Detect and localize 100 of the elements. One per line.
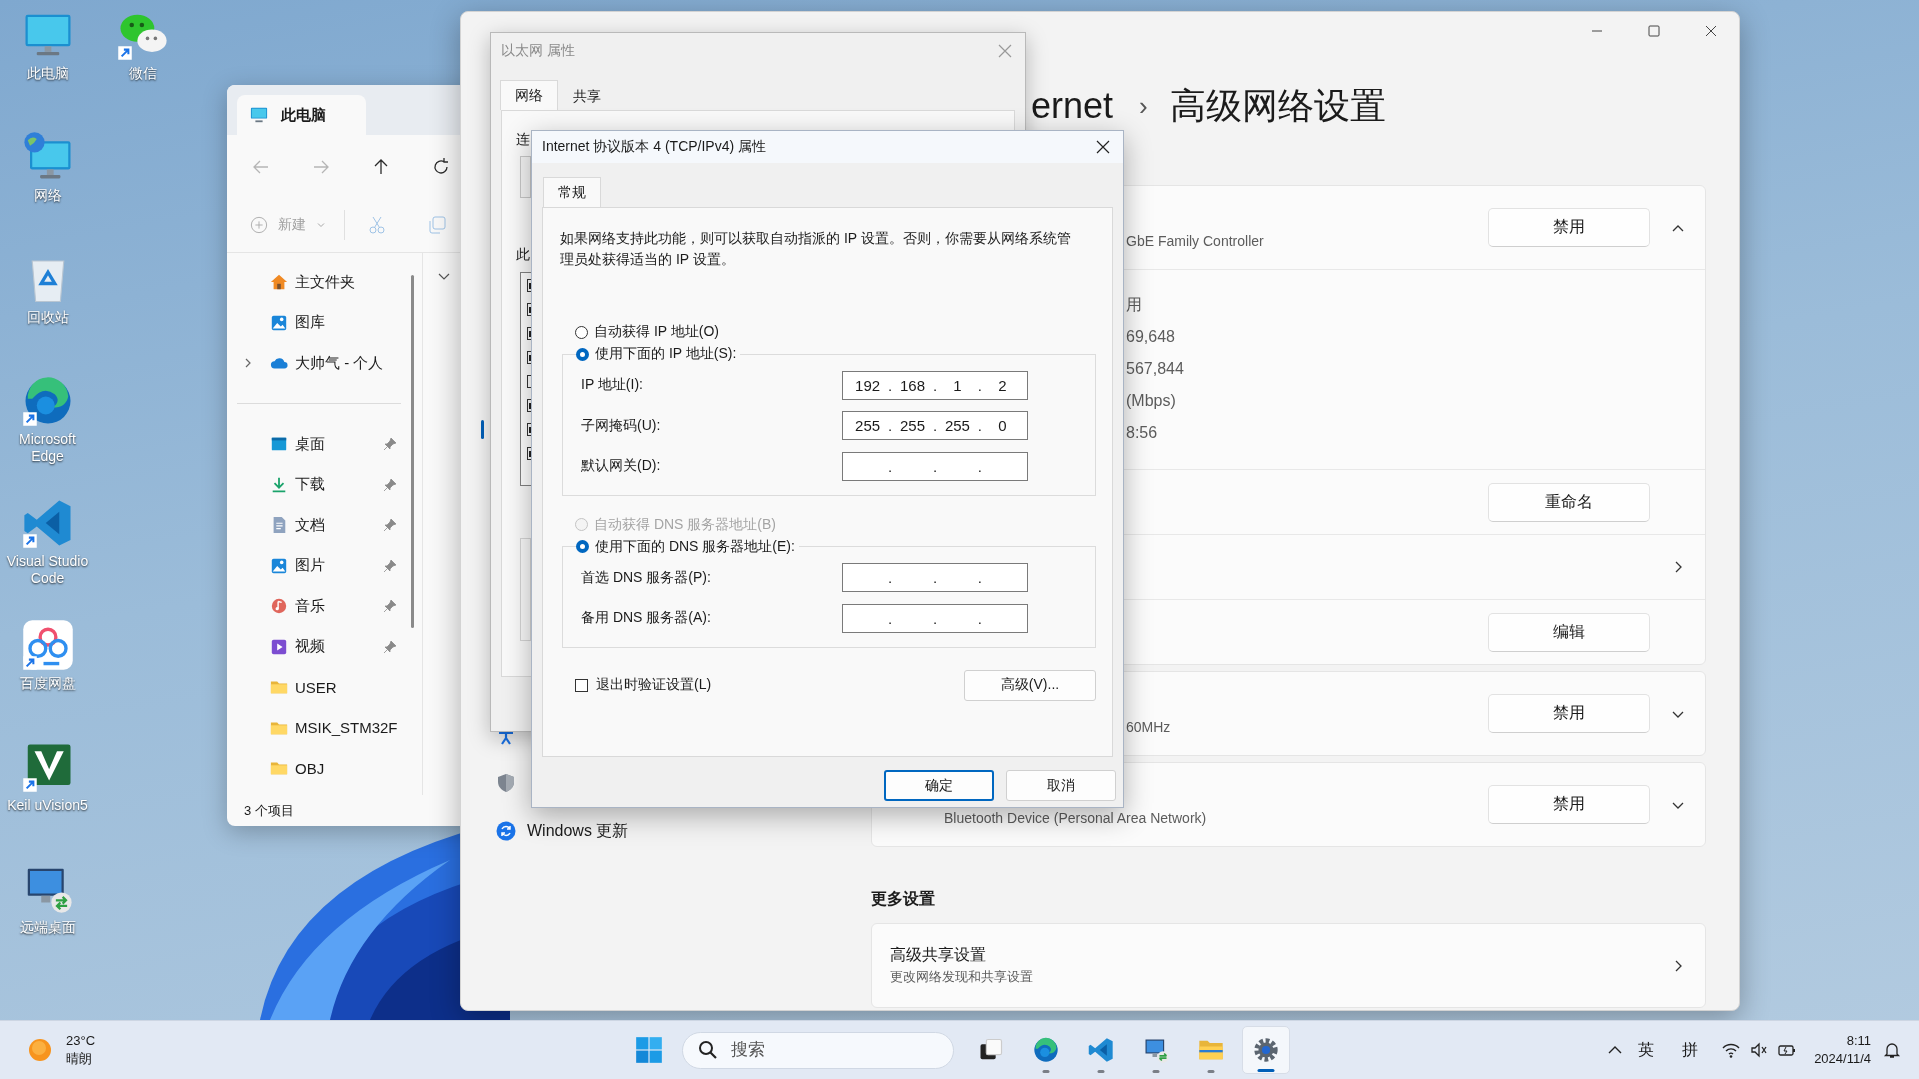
adapter-description: GbE Family Controller xyxy=(1126,232,1264,249)
sidebar-item[interactable]: 桌面 xyxy=(227,424,411,465)
field-label: IP 地址(I): xyxy=(581,376,644,395)
ip-address-field[interactable]: . . . xyxy=(842,563,1028,593)
adapter-description: 60MHz xyxy=(1126,718,1171,735)
advanced-button[interactable]: 高级(V)... xyxy=(964,669,1096,701)
card-title: 高级共享设置 xyxy=(890,945,987,965)
sidebar-item[interactable]: 大帅气 - 个人 xyxy=(227,343,411,384)
breadcrumb-separator: › xyxy=(1139,90,1148,122)
download-icon xyxy=(270,475,288,494)
component-list[interactable] xyxy=(520,272,531,486)
weather-condition[interactable]: 晴朗 xyxy=(66,1050,96,1068)
pin-icon[interactable] xyxy=(383,599,397,614)
radio-label[interactable]: 使用下面的 DNS 服务器地址(E): xyxy=(595,537,795,556)
dialog-title: 以太网 属性 xyxy=(501,42,575,60)
field-label: 此 xyxy=(516,246,530,264)
sidebar-item[interactable]: 图片 xyxy=(227,545,411,586)
radio-button[interactable] xyxy=(576,540,589,553)
windows-logo-icon xyxy=(635,1036,663,1064)
dialog-tab[interactable]: 常规 xyxy=(543,177,601,207)
update-icon xyxy=(496,821,516,841)
input-mode[interactable]: 拼 xyxy=(1682,1039,1699,1061)
sidebar-item[interactable]: OBJ xyxy=(227,748,411,789)
music-note-icon xyxy=(270,597,288,616)
disable-button[interactable]: 禁用 xyxy=(1488,208,1650,247)
monitor-icon xyxy=(250,106,268,124)
action-button[interactable]: 编辑 xyxy=(1488,612,1650,652)
field-label: 首选 DNS 服务器(P): xyxy=(581,568,712,587)
dialog-title: Internet 协议版本 4 (TCP/IPv4) 属性 xyxy=(542,138,767,156)
input-language[interactable]: 英 xyxy=(1638,1039,1655,1061)
bell-icon[interactable] xyxy=(1883,1041,1901,1059)
maximize-icon xyxy=(1647,25,1660,37)
dialog-tab[interactable]: 网络 xyxy=(500,80,558,110)
detail-value: (Mbps) xyxy=(1126,391,1177,411)
detail-value: 567,844 xyxy=(1126,359,1185,379)
close-icon[interactable] xyxy=(1095,139,1111,155)
sidebar-item[interactable]: 主文件夹 xyxy=(227,262,411,303)
sidebar-item[interactable]: 图库 xyxy=(227,302,411,343)
dialog-button[interactable]: 确定 xyxy=(884,770,994,801)
caret-icon xyxy=(316,220,326,230)
sidebar-item[interactable]: 视频 xyxy=(227,626,411,667)
dialog-button[interactable]: 取消 xyxy=(1006,770,1116,801)
pin-icon[interactable] xyxy=(383,639,397,654)
detail-value: 69,648 xyxy=(1126,327,1176,347)
page-title: 高级网络设置 xyxy=(1169,83,1386,128)
code-editor-icon xyxy=(1087,1036,1115,1064)
settings-icon xyxy=(1252,1036,1280,1064)
search-field[interactable]: 搜索 xyxy=(682,1031,954,1069)
disable-button[interactable]: 禁用 xyxy=(1488,785,1650,824)
sidebar-item[interactable]: 文档 xyxy=(227,505,411,546)
radio-button[interactable] xyxy=(576,347,589,361)
card-subtitle: 更改网络发现和共享设置 xyxy=(890,968,1034,986)
settings-card[interactable]: 高级共享设置 更改网络发现和共享设置 xyxy=(871,923,1706,1008)
disable-button[interactable]: 禁用 xyxy=(1488,694,1650,733)
section-heading: 更多设置 xyxy=(871,889,936,909)
checkbox[interactable] xyxy=(527,375,531,388)
window-tab[interactable]: 此电脑 xyxy=(237,95,366,135)
status-text: 3 个项目 xyxy=(243,801,295,820)
cloud-drive-icon[interactable] xyxy=(20,618,75,672)
field-label: 子网掩码(U): xyxy=(581,416,662,435)
action-button[interactable]: 重命名 xyxy=(1488,482,1650,522)
detail-value: 8:56 xyxy=(1126,423,1159,443)
breadcrumb-link[interactable]: ernet xyxy=(1031,85,1114,127)
description-text: 如果网络支持此功能，则可以获取自动指派的 IP 设置。否则，你需要从网络系统管理员处获得适当的 IP 设置。 xyxy=(560,229,1072,269)
sidebar-item[interactable]: USER xyxy=(227,667,411,708)
checkbox[interactable] xyxy=(575,678,588,692)
clock-date[interactable]: 2024/11/4 xyxy=(1814,1050,1871,1068)
pin-icon[interactable] xyxy=(383,437,397,452)
search-icon xyxy=(698,1039,718,1060)
ip-address-field[interactable]: 255 . 255 . 255 . 0 xyxy=(842,411,1028,441)
pin-icon[interactable] xyxy=(383,558,397,573)
image-icon xyxy=(270,313,288,332)
field-label: 备用 DNS 服务器(A): xyxy=(581,609,712,628)
house-icon xyxy=(270,273,288,292)
adapter-description: Bluetooth Device (Personal Area Network) xyxy=(944,809,1207,826)
checkbox-label[interactable]: 退出时验证设置(L) xyxy=(596,676,712,694)
wifi-icon[interactable] xyxy=(1722,1041,1741,1059)
sidebar-item[interactable]: 下载 xyxy=(227,464,411,505)
image-icon xyxy=(270,556,288,575)
refresh-icon[interactable] xyxy=(431,156,451,177)
pin-icon[interactable] xyxy=(383,477,397,492)
video-icon xyxy=(270,637,288,656)
sidebar-item[interactable]: MSIK_STM32F xyxy=(227,707,411,748)
sidebar-item[interactable]: 音乐 xyxy=(227,586,411,627)
detail-value: 用 xyxy=(1126,295,1143,315)
clock-time[interactable]: 8:11 xyxy=(1846,1032,1871,1050)
dialog-tab[interactable]: 共享 xyxy=(558,82,616,110)
ip-address-field[interactable]: . . . xyxy=(842,451,1028,481)
ip-address-field[interactable]: 192 . 168 . 1 . 2 xyxy=(842,370,1028,400)
plus-icon xyxy=(250,216,268,234)
radio-label[interactable]: 使用下面的 IP 地址(S): xyxy=(595,345,737,363)
radio-label[interactable]: 自动获得 IP 地址(O) xyxy=(594,323,719,341)
ip-address-field[interactable]: . . . xyxy=(842,603,1028,633)
temperature-text[interactable]: 23°C xyxy=(66,1032,96,1050)
nav-item[interactable]: Windows 更新 xyxy=(527,820,629,842)
speaker-icon[interactable] xyxy=(1750,1041,1769,1059)
radio-button[interactable] xyxy=(575,325,588,339)
pin-icon[interactable] xyxy=(383,518,397,533)
field-label: 默认网关(D): xyxy=(581,457,662,476)
shield-icon xyxy=(496,773,516,793)
